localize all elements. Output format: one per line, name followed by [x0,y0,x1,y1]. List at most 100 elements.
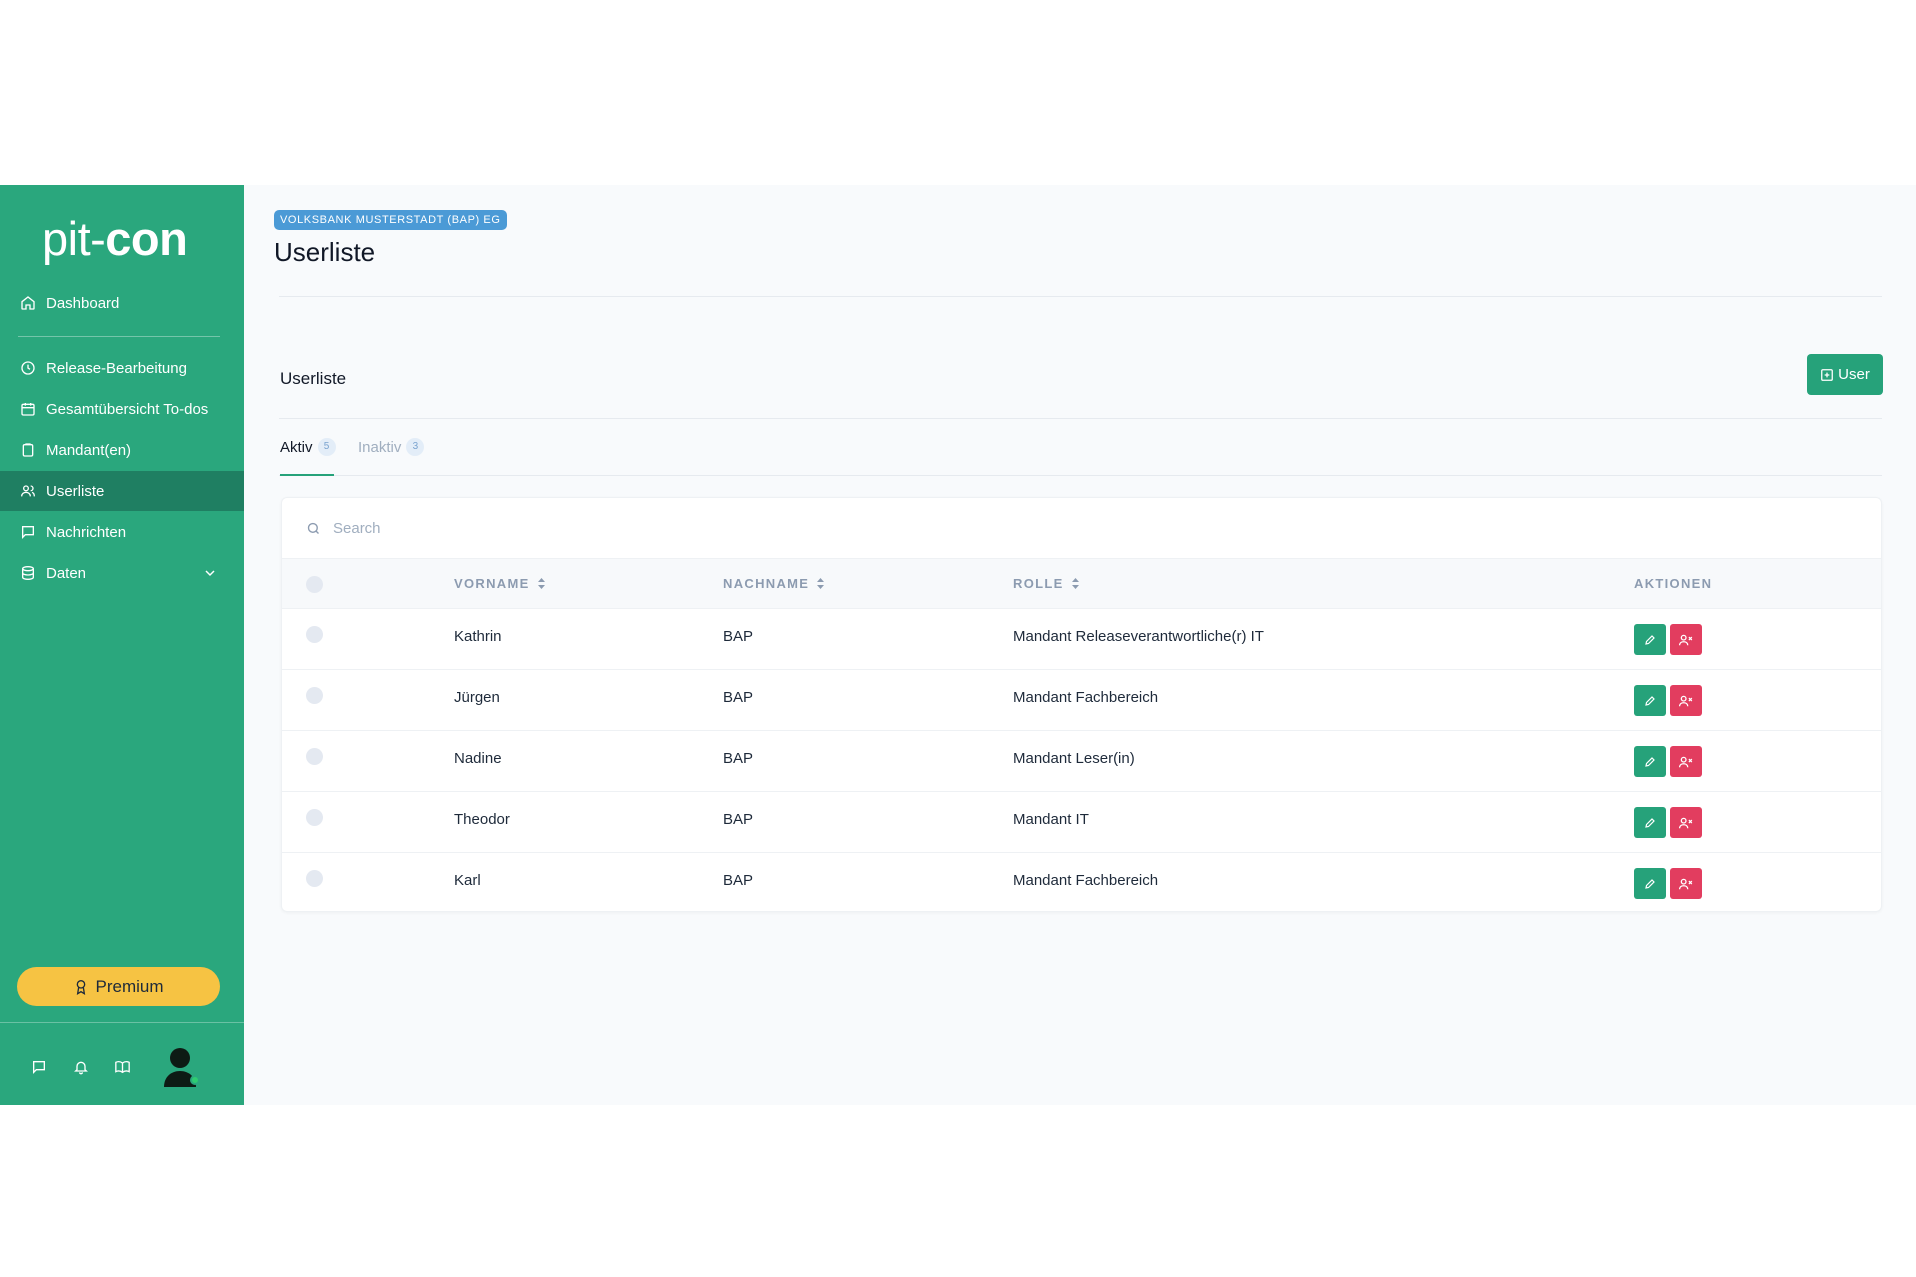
sidebar-item-dashboard[interactable]: Dashboard [0,283,244,323]
edit-button[interactable] [1634,868,1666,899]
cell-vorname: Jürgen [454,689,500,706]
column-header-nachname[interactable]: NACHNAME [723,576,825,591]
table-row: Kathrin BAP Mandant Releaseverantwortlic… [282,609,1881,670]
column-header-vorname[interactable]: VORNAME [454,576,545,591]
cell-rolle: Mandant Leser(in) [1013,750,1135,767]
sidebar-item-nachrichten[interactable]: Nachrichten [0,512,244,552]
brand-logo[interactable]: pit-con [42,212,188,265]
chat-icon[interactable] [29,1057,49,1077]
main-content: VOLKSBANK MUSTERSTADT (BAP) EG Userliste… [244,185,1916,1105]
column-header-label: ROLLE [1013,576,1064,591]
tab-inaktiv[interactable]: Inaktiv 3 [358,438,425,456]
pencil-icon [1645,756,1655,767]
deactivate-user-button[interactable] [1670,624,1702,655]
edit-button[interactable] [1634,685,1666,716]
book-icon[interactable] [112,1057,132,1077]
edit-button[interactable] [1634,624,1666,655]
cell-rolle: Mandant Releaseverantwortliche(r) IT [1013,628,1264,645]
row-checkbox[interactable] [306,748,323,765]
add-user-button[interactable]: User [1807,354,1883,395]
cell-rolle: Mandant IT [1013,811,1089,828]
column-header-rolle[interactable]: ROLLE [1013,576,1079,591]
cell-nachname: BAP [723,750,754,767]
pencil-icon [1645,878,1655,889]
row-checkbox[interactable] [306,809,323,826]
cell-nachname: BAP [723,811,754,828]
tab-count-badge: 5 [317,438,336,456]
tab-aktiv[interactable]: Aktiv 5 [280,438,336,456]
plus-square-icon [1821,368,1834,381]
sidebar: pit-con Dashboard Release-Bearbeitung Ge… [0,185,244,1105]
sidebar-item-label: Mandant(en) [46,441,132,459]
deactivate-user-button[interactable] [1670,746,1702,777]
cell-vorname: Karl [454,872,481,889]
sidebar-item-label: Gesamtübersicht To-dos [46,400,209,418]
tab-label: Aktiv [280,438,313,456]
bell-icon[interactable] [71,1057,91,1077]
sidebar-item-daten[interactable]: Daten [0,553,244,593]
sort-icon [817,578,825,589]
users-icon [18,481,38,501]
add-user-label: User [1838,366,1870,383]
message-icon [18,522,38,542]
sidebar-item-label: Release-Bearbeitung [46,359,187,377]
column-header-label: NACHNAME [723,576,810,591]
cell-nachname: BAP [723,689,754,706]
sidebar-item-mandanten[interactable]: Mandant(en) [0,430,244,470]
row-checkbox[interactable] [306,626,323,643]
column-header-label: AKTIONEN [1634,576,1713,591]
premium-button[interactable]: Premium [17,967,220,1006]
edit-button[interactable] [1634,746,1666,777]
cell-vorname: Theodor [454,811,510,828]
column-header-label: VORNAME [454,576,530,591]
sort-icon [537,578,545,589]
search-icon [307,522,319,534]
clipboard-icon [18,440,38,460]
sidebar-item-userliste[interactable]: Userliste [0,471,244,511]
table-row: Jürgen BAP Mandant Fachbereich [282,670,1881,731]
row-checkbox[interactable] [306,687,323,704]
tenant-badge: VOLKSBANK MUSTERSTADT (BAP) EG [274,210,507,230]
user-remove-icon [1679,756,1693,767]
database-icon [18,563,38,583]
user-remove-icon [1679,695,1693,706]
cell-vorname: Kathrin [454,628,502,645]
deactivate-user-button[interactable] [1670,868,1702,899]
sidebar-bottom-divider [0,1022,244,1023]
award-icon [77,979,86,995]
tab-label: Inaktiv [358,438,402,456]
cell-rolle: Mandant Fachbereich [1013,689,1159,706]
cell-vorname: Nadine [454,750,502,767]
user-remove-icon [1679,878,1693,889]
sidebar-item-label: Dashboard [46,294,120,312]
user-table-card: VORNAME NACHNAME ROLLE AKTIONEN [281,497,1882,912]
page-title: Userliste [274,237,376,267]
row-checkbox[interactable] [306,870,323,887]
search-bar [282,498,1881,559]
pencil-icon [1645,695,1655,706]
logo-text-light: pit- [42,212,106,265]
user-remove-icon [1679,817,1693,828]
search-input[interactable] [333,519,733,537]
pencil-icon [1645,634,1655,645]
clock-icon [18,358,38,378]
sidebar-divider [18,336,220,337]
online-status-dot [190,1075,200,1085]
select-all-checkbox[interactable] [306,576,323,593]
chevron-down-icon[interactable] [202,565,218,581]
sort-icon [1071,578,1079,589]
divider [279,418,1882,419]
sidebar-item-gesamtuebersicht[interactable]: Gesamtübersicht To-dos [0,389,244,429]
sidebar-item-label: Daten [46,564,87,582]
divider [279,296,1882,297]
edit-button[interactable] [1634,807,1666,838]
sidebar-item-release-bearbeitung[interactable]: Release-Bearbeitung [0,348,244,388]
deactivate-user-button[interactable] [1670,685,1702,716]
deactivate-user-button[interactable] [1670,807,1702,838]
active-tab-indicator [280,474,334,476]
user-remove-icon [1679,634,1693,645]
table-row: Karl BAP Mandant Fachbereich [282,853,1881,914]
table-row: Nadine BAP Mandant Leser(in) [282,731,1881,792]
avatar[interactable] [162,1047,200,1087]
premium-label: Premium [95,976,164,996]
